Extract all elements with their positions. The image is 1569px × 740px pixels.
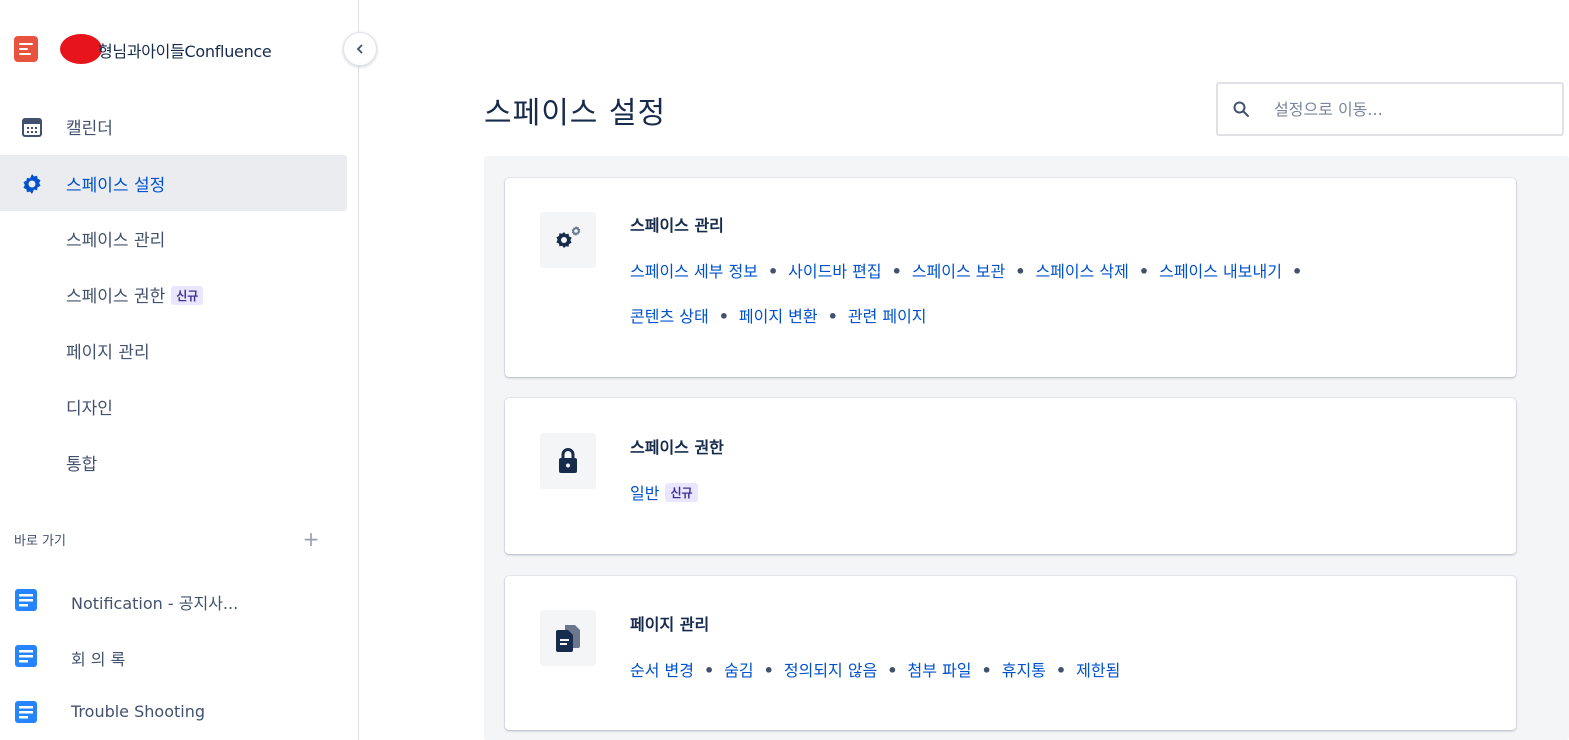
calendar-icon [22,118,42,137]
page-management-card: 페이지 관리 순서 변경 • 숨김 • 정의되지 않음 • 첨부 파일 • 휴지통 • 제한됨 [505,576,1516,730]
redaction-mark [60,34,102,64]
link-row: 콘텐츠 상태 • 페이지 변환 • 관련 페이지 [630,303,927,327]
page-icon [15,589,37,611]
new-badge: 신규 [171,286,204,305]
shortcuts-heading: 바로 가기 [14,534,66,549]
shortcut-label: Notification - 공지사... [71,594,239,613]
separator-dot: • [891,262,902,281]
separator-dot: • [718,307,729,326]
sidebar: 형님과아이들Confluence 캘린더 스페이스 설정 스페이스 관리 스페이… [0,0,359,740]
sidebar-item-calendar[interactable]: 캘린더 [0,98,347,154]
settings-search[interactable] [1216,82,1564,136]
sidebar-subitem-page-management[interactable]: 페이지 관리 [66,338,150,363]
link-undefined[interactable]: 정의되지 않음 [784,661,877,680]
link-attachments[interactable]: 첨부 파일 [908,661,972,680]
shortcut-item[interactable]: 회 의 록 [0,634,359,680]
shortcut-item[interactable]: Notification - 공지사... [0,578,359,624]
add-shortcut-button[interactable]: + [302,529,320,549]
link-content-status[interactable]: 콘텐츠 상태 [630,307,709,326]
sidebar-subitem-space-management[interactable]: 스페이스 관리 [66,226,165,251]
sidebar-item-space-settings[interactable]: 스페이스 설정 [0,155,347,211]
gears-icon [540,212,596,268]
separator-dot: • [981,661,992,680]
chevron-left-icon [356,44,363,54]
sidebar-subitem-design[interactable]: 디자인 [66,394,113,419]
link-trash[interactable]: 휴지통 [1002,661,1046,680]
link-row: 순서 변경 • 숨김 • 정의되지 않음 • 첨부 파일 • 휴지통 • 제한됨 [630,657,1120,681]
shortcut-label: 회 의 록 [71,650,126,669]
card-title: 스페이스 관리 [630,216,724,235]
link-space-details[interactable]: 스페이스 세부 정보 [630,262,758,281]
link-reorder[interactable]: 순서 변경 [630,661,694,680]
link-edit-sidebar[interactable]: 사이드바 편집 [788,262,881,281]
new-badge: 신규 [665,483,698,502]
page-title: 스페이스 설정 [484,96,667,131]
separator-dot: • [703,661,715,680]
link-restricted[interactable]: 제한됨 [1076,661,1120,680]
link-hidden[interactable]: 숨김 [724,661,753,680]
page-icon [15,645,37,667]
page-icon [15,701,37,723]
link-related-pages[interactable]: 관련 페이지 [848,307,927,326]
sidebar-subitem-label: 스페이스 권한 [66,287,166,307]
card-title: 스페이스 권한 [630,438,724,457]
card-title: 페이지 관리 [630,615,710,634]
separator-dot: • [827,307,838,326]
link-page-convert[interactable]: 페이지 변환 [739,307,818,326]
space-header: 형님과아이들Confluence [0,0,359,98]
shortcut-label: Trouble Shooting [71,702,205,721]
sidebar-subitem-integration[interactable]: 통합 [66,450,97,475]
lock-icon [540,433,596,489]
separator-dot: • [887,661,898,680]
link-row: 일반 신규 [630,480,698,504]
separator-dot: • [1055,661,1067,680]
space-logo-icon[interactable] [14,36,38,62]
space-name[interactable]: 형님과아이들Confluence [98,38,272,62]
sidebar-subitem-space-permissions[interactable]: 스페이스 권한 신규 [66,282,204,307]
link-export-space[interactable]: 스페이스 내보내기 [1159,262,1282,281]
separator-dot: • [1291,262,1303,281]
space-permissions-card: 스페이스 권한 일반 신규 [505,398,1516,554]
shortcut-item[interactable]: Trouble Shooting [0,690,359,736]
pages-icon [540,610,596,666]
sidebar-item-label: 캘린더 [66,119,113,139]
separator-dot: • [763,661,774,680]
separator-dot: • [1015,262,1026,281]
gear-icon [23,174,41,194]
space-management-card: 스페이스 관리 스페이스 세부 정보 • 사이드바 편집 • 스페이스 보관 • 스페이스 … [505,178,1516,377]
link-delete-space[interactable]: 스페이스 삭제 [1035,262,1128,281]
separator-dot: • [767,262,779,281]
collapse-sidebar-button[interactable] [343,32,377,66]
link-general[interactable]: 일반 [630,484,659,503]
link-row: 스페이스 세부 정보 • 사이드바 편집 • 스페이스 보관 • 스페이스 삭제 • 스페이스 … [630,258,1312,282]
separator-dot: • [1138,262,1150,281]
search-icon [1233,101,1249,117]
search-input[interactable] [1274,97,1554,121]
sidebar-item-label: 스페이스 설정 [66,176,166,196]
link-archive-space[interactable]: 스페이스 보관 [912,262,1005,281]
